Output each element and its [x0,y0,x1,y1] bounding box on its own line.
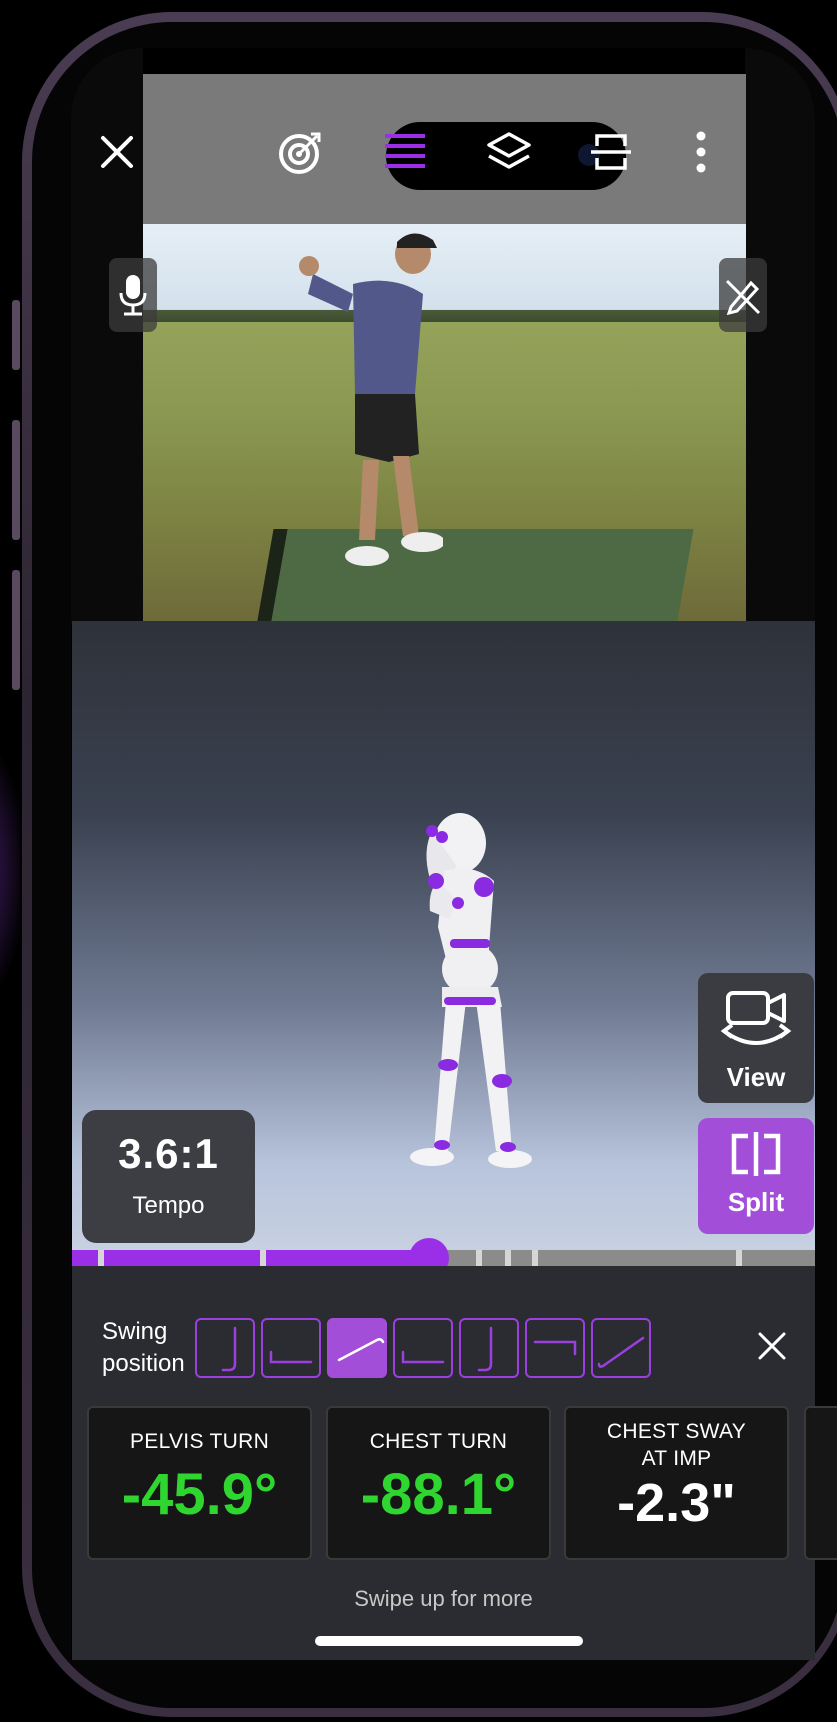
app-stage: 3.6:1 Tempo View Split Swing position PE… [0,0,837,1722]
metrics-sheet: Swing position PELVIS TURN -45.9° CHEST … [72,1266,837,1660]
lines-button[interactable] [377,124,433,180]
close-button[interactable] [89,124,145,180]
metric-title: CHEST SWAY AT IMP [606,1420,747,1470]
swing-position-3[interactable] [327,1318,387,1378]
metric-value: -88.1° [360,1462,517,1527]
close-icon [758,1332,786,1360]
swing-position-7[interactable] [591,1318,651,1378]
view-button[interactable]: View [698,973,814,1103]
club-position-icon [597,1336,645,1368]
metric-card-next[interactable] [804,1406,837,1560]
microphone-button[interactable] [109,258,157,332]
metric-value: -45.9° [121,1462,278,1527]
video-sky [143,224,746,309]
close-icon [101,136,133,168]
phone-side-button [12,420,20,540]
split-horizontal-icon [591,134,631,170]
club-position-icon [477,1326,493,1372]
close-sheet-button[interactable] [752,1326,792,1366]
background-glow [0,740,20,1000]
club-position-icon [221,1326,237,1372]
swing-position-5[interactable] [459,1318,519,1378]
timeline-marker [98,1250,104,1266]
swing-position-6[interactable] [525,1318,585,1378]
timeline-marker [736,1250,742,1266]
playback-timeline[interactable] [72,1238,815,1278]
draw-off-icon [725,279,761,315]
metric-value: -2.3" [617,1473,736,1533]
phone-side-button [12,570,20,690]
golfer-image [299,233,443,566]
swing-position-1[interactable] [195,1318,255,1378]
layers-icon [487,132,531,169]
tempo-card[interactable]: 3.6:1 Tempo [82,1110,255,1243]
split-view-icon [731,1132,781,1176]
metric-title: PELVIS TURN [129,1430,270,1453]
lines-icon [385,134,425,168]
split-view-button[interactable] [583,124,639,180]
phone-side-button [12,300,20,370]
microphone-icon [119,275,147,316]
more-button[interactable] [673,124,729,180]
swing-position-label: Swing position [102,1318,185,1377]
tempo-label: Tempo [132,1192,205,1219]
metric-title: CHEST TURN [369,1430,508,1453]
tempo-value: 3.6:1 [118,1130,219,1177]
3d-golfer-figure [410,813,532,1168]
club-position-icon [401,1350,445,1364]
swipe-hint: Swipe up for more [354,1586,533,1611]
target-button[interactable] [273,124,329,180]
metric-card-chest-sway[interactable]: CHEST SWAY AT IMP -2.3" [564,1406,789,1560]
club-position-icon [337,1338,385,1362]
draw-toggle-button[interactable] [719,258,767,332]
target-icon [279,132,321,174]
home-indicator[interactable] [315,1636,583,1646]
more-vertical-icon [696,131,706,173]
view-label: View [726,1062,786,1092]
layers-button[interactable] [481,124,537,180]
metric-card-chest-turn[interactable]: CHEST TURN -88.1° [326,1406,551,1560]
split-button[interactable]: Split [698,1118,814,1234]
timeline-marker [505,1250,511,1266]
swing-position-2[interactable] [261,1318,321,1378]
camera-rotate-icon [720,991,792,1045]
swing-position-4[interactable] [393,1318,453,1378]
screen-edge [745,48,815,623]
timeline-marker [476,1250,482,1266]
split-label: Split [727,1187,785,1217]
club-position-icon [269,1350,313,1364]
club-position-icon [533,1340,577,1356]
metric-card-pelvis-turn[interactable]: PELVIS TURN -45.9° [87,1406,312,1560]
timeline-marker [532,1250,538,1266]
timeline-progress [72,1250,429,1266]
timeline-marker [260,1250,266,1266]
